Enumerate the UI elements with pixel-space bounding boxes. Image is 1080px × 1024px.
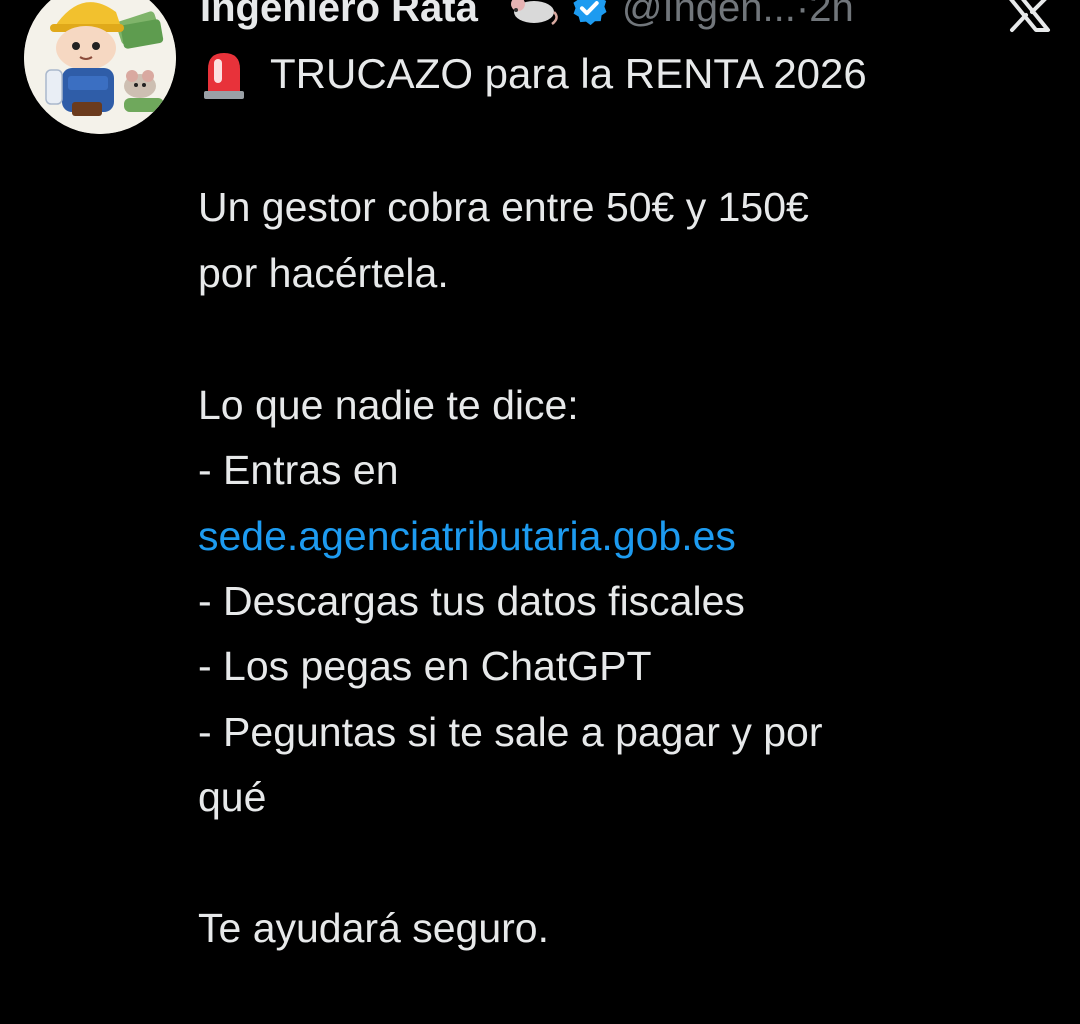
post-time[interactable]: 2h <box>809 0 854 31</box>
step-2-text: - Descargas tus datos fiscales <box>198 578 745 624</box>
avatar-illustration <box>24 0 176 134</box>
x-logo-icon <box>1009 0 1050 32</box>
closing-text: Te ayudará seguro. <box>198 905 550 951</box>
step-4-text-line-1: - Peguntas si te sale a pagar y por <box>198 709 823 755</box>
body-paragraph-2-intro: Lo que nadie te dice: <box>198 382 579 428</box>
step-4-text-line-2: qué <box>198 774 267 820</box>
avatar[interactable] <box>24 0 176 134</box>
body-paragraph-1-line-2: por hacértela. <box>198 250 449 296</box>
tweet: Ingeniero Rata @Ingen... · 2h TRUCAZO pa… <box>0 0 1080 1024</box>
agencia-tributaria-link[interactable]: sede.agenciatributaria.gob.es <box>198 503 736 569</box>
step-1-text: - Entras en <box>198 447 399 493</box>
step-3-text: - Los pegas en ChatGPT <box>198 643 652 689</box>
time-separator: · <box>795 0 810 30</box>
display-name[interactable]: Ingeniero Rata <box>200 0 478 31</box>
author-handle[interactable]: @Ingen... <box>622 0 796 31</box>
body-paragraph-1-line-1: Un gestor cobra entre 50€ y 150€ <box>198 184 809 230</box>
verified-badge-icon <box>573 0 607 26</box>
tweet-title-line: TRUCAZO para la RENTA 2026 <box>200 46 867 102</box>
tweet-header: Ingeniero Rata @Ingen... · 2h <box>200 0 854 38</box>
tweet-title: TRUCAZO para la RENTA 2026 <box>270 50 867 97</box>
rat-icon <box>510 0 558 25</box>
siren-icon <box>204 53 244 99</box>
